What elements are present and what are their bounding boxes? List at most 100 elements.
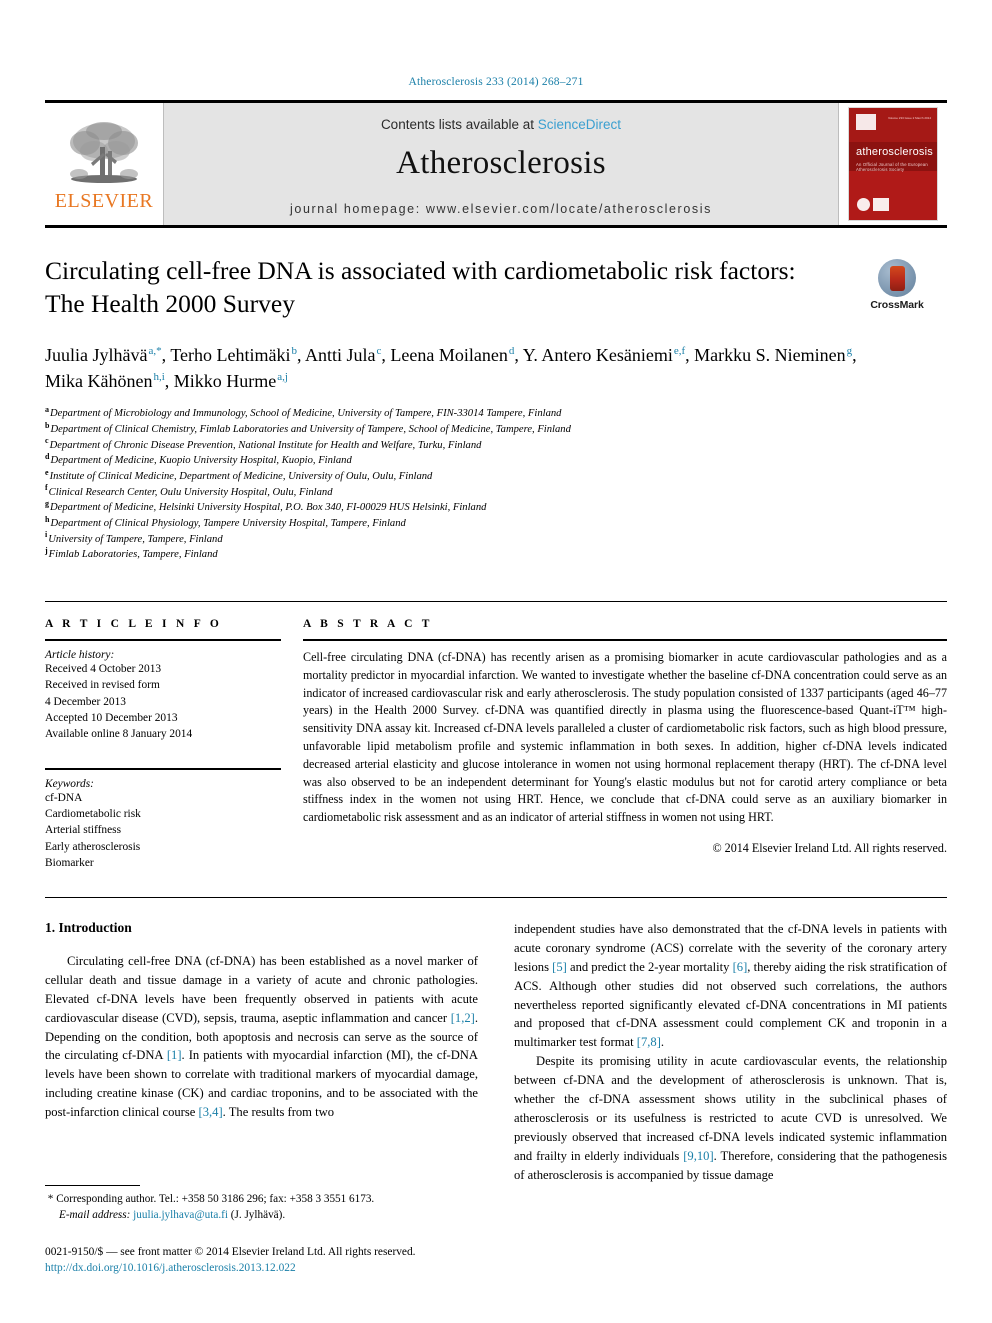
- corresponding-author-line: * Corresponding author. Tel.: +358 50 31…: [45, 1192, 465, 1208]
- elsevier-wordmark: ELSEVIER: [54, 190, 154, 212]
- citation-6[interactable]: [6]: [733, 960, 748, 974]
- elsevier-logo: ELSEVIER: [45, 103, 163, 225]
- author-affiliation-mark: h,i: [153, 371, 165, 384]
- affiliation-mark: h: [45, 514, 50, 524]
- intro-right-text-2: and predict the 2-year mortality: [566, 959, 733, 974]
- affiliation-item: bDepartment of Clinical Chemistry, Fimla…: [45, 421, 947, 438]
- article-history-lines: Received 4 October 2013 Received in revis…: [45, 661, 281, 742]
- email-label: E-mail address:: [59, 1208, 131, 1221]
- affiliation-text: Department of Clinical Physiology, Tampe…: [50, 518, 406, 530]
- affiliation-mark: e: [45, 467, 49, 477]
- citation-3-4[interactable]: [3,4]: [199, 1105, 223, 1119]
- author-separator: ,: [161, 345, 171, 366]
- elsevier-tree-icon: [70, 122, 138, 183]
- affiliation-item: hDepartment of Clinical Physiology, Tamp…: [45, 514, 947, 532]
- crossmark-inner-shape: [889, 265, 905, 291]
- citation-1-2[interactable]: [1,2]: [451, 1011, 475, 1025]
- affiliation-item: dDepartment of Medicine, Kuopio Universi…: [45, 451, 947, 469]
- sciencedirect-link[interactable]: ScienceDirect: [538, 117, 621, 132]
- affiliation-item: jFimlab Laboratories, Tampere, Finland: [45, 545, 947, 563]
- author-affiliation-mark: a,j: [277, 371, 288, 384]
- affiliation-item: cDepartment of Chronic Disease Preventio…: [45, 436, 947, 454]
- info-abstract-block: A R T I C L E I N F O Article history: R…: [45, 601, 947, 871]
- keyword-item[interactable]: Early atherosclerosis: [45, 839, 281, 855]
- keyword-item[interactable]: Biomarker: [45, 855, 281, 871]
- cover-title: atherosclerosis: [856, 146, 933, 159]
- journal-name: Atherosclerosis: [396, 145, 606, 181]
- cover-image: Volume 233 Issue 2 March 2014 atheroscle…: [849, 108, 937, 220]
- intro-right-text-4: .: [660, 1035, 665, 1050]
- author-separator: ,: [514, 345, 523, 366]
- affiliation-item: aDepartment of Microbiology and Immunolo…: [45, 404, 947, 422]
- frontmatter-line: 0021-9150/$ — see front matter © 2014 El…: [45, 1244, 465, 1277]
- body-column-left: 1. Introduction Circulating cell-free DN…: [45, 920, 478, 1184]
- affiliation-text: Clinical Research Center, Oulu Universit…: [48, 486, 333, 498]
- affiliation-text: University of Tampere, Tampere, Finland: [48, 533, 223, 545]
- footnote-block: * Corresponding author. Tel.: +358 50 31…: [45, 1185, 465, 1277]
- article-history-item: Available online 8 January 2014: [45, 727, 193, 740]
- author-name: Antti Jula: [305, 345, 376, 366]
- intro-text-4: . The results from two: [222, 1105, 335, 1120]
- affiliation-item: eInstitute of Clinical Medicine, Departm…: [45, 467, 947, 485]
- keywords-block: Keywords: cf-DNA Cardiometabolic risk Arte…: [45, 768, 281, 871]
- affiliation-mark: i: [45, 530, 48, 540]
- affiliation-mark: c: [45, 436, 49, 446]
- author-separator: ,: [852, 345, 857, 366]
- affiliation-text: Department of Medicine, Helsinki Univers…: [50, 502, 487, 514]
- citation-5[interactable]: [5]: [552, 960, 567, 974]
- article-history-label: Article history:: [45, 649, 115, 662]
- keyword-item[interactable]: Cardiometabolic risk: [45, 806, 281, 822]
- keywords-rule: [45, 768, 281, 771]
- author-separator: ,: [685, 345, 695, 366]
- cover-badge-circle-icon: [857, 198, 870, 211]
- author-name: Mikko Hurme: [173, 371, 277, 392]
- affiliation-item: fClinical Research Center, Oulu Universi…: [45, 484, 947, 501]
- affiliation-text: Department of Clinical Chemistry, Fimlab…: [50, 424, 571, 436]
- affiliation-mark: a: [45, 404, 49, 414]
- article-history-item: Received in revised form: [45, 679, 160, 692]
- body-columns: 1. Introduction Circulating cell-free DN…: [45, 920, 947, 1184]
- article-history-item: Received 4 October 2013: [45, 663, 162, 676]
- citation-1[interactable]: [1]: [167, 1048, 182, 1062]
- author-name: Juulia Jylhävä: [45, 345, 148, 366]
- masthead-center: Contents lists available at ScienceDirec…: [163, 103, 839, 225]
- affiliation-text: Department of Medicine, Kuopio Universit…: [50, 455, 352, 467]
- body-separator-rule: [45, 897, 947, 899]
- doi-link[interactable]: http://dx.doi.org/10.1016/j.atherosclero…: [45, 1260, 465, 1277]
- email-link[interactable]: juulia.jylhava@uta.fi: [133, 1209, 228, 1221]
- affiliation-mark: j: [45, 545, 48, 555]
- keyword-item[interactable]: Arterial stiffness: [45, 822, 281, 838]
- author-affiliation-mark: a,*: [148, 345, 162, 358]
- keywords-label: Keywords:: [45, 778, 94, 791]
- email-line: E-mail address: juulia.jylhava@uta.fi (J…: [45, 1208, 465, 1224]
- section-title-introduction: 1. Introduction: [45, 920, 132, 936]
- crossmark-logo[interactable]: CrossMark: [847, 259, 947, 311]
- affiliation-item: gDepartment of Medicine, Helsinki Univer…: [45, 498, 947, 516]
- abstract-heading: A B S T R A C T: [303, 618, 433, 631]
- article-info-column: A R T I C L E I N F O Article history: R…: [45, 618, 303, 871]
- intro-paragraph-left: Circulating cell-free DNA (cf-DNA) has b…: [45, 952, 478, 1122]
- article-info-rule: [45, 639, 281, 642]
- corresponding-marker: *: [47, 1193, 54, 1205]
- title-area: Circulating cell-free DNA is associated …: [45, 255, 947, 320]
- author-separator: ,: [297, 345, 306, 366]
- affiliation-list: aDepartment of Microbiology and Immunolo…: [45, 404, 947, 563]
- affiliation-mark: d: [45, 451, 50, 461]
- journal-homepage[interactable]: journal homepage: www.elsevier.com/locat…: [290, 202, 712, 216]
- author-name: Mika Kähönen: [45, 371, 153, 392]
- corresponding-text: Corresponding author. Tel.: +358 50 3186…: [56, 1193, 375, 1205]
- email-owner: (J. Jylhävä).: [230, 1208, 286, 1221]
- keyword-lines: cf-DNA Cardiometabolic risk Arterial stiff…: [45, 790, 281, 871]
- cover-elsevier-logo-icon: [856, 114, 876, 130]
- affiliation-mark: g: [45, 498, 49, 508]
- citation-9-10[interactable]: [9,10]: [683, 1149, 713, 1163]
- journal-masthead: ELSEVIER Contents lists available at Sci…: [45, 100, 947, 228]
- body-column-right: independent studies have also demonstrat…: [514, 920, 947, 1184]
- affiliation-text: Fimlab Laboratories, Tampere, Finland: [48, 549, 218, 561]
- cover-badge-square-icon: [873, 198, 889, 211]
- cover-society-badges: [857, 198, 889, 211]
- contents-available-line: Contents lists available at ScienceDirec…: [381, 117, 621, 132]
- citation-7-8[interactable]: [7,8]: [637, 1035, 661, 1049]
- author-name: Markku S. Nieminen: [694, 345, 846, 366]
- keyword-item[interactable]: cf-DNA: [45, 790, 281, 806]
